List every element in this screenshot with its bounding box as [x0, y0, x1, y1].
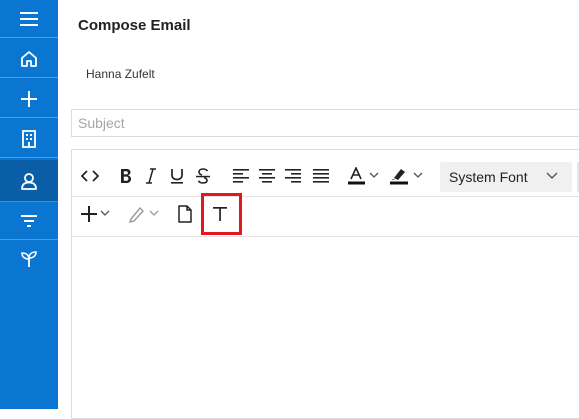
underline-button[interactable] — [168, 164, 186, 188]
italic-button[interactable] — [143, 164, 159, 188]
plus-icon — [21, 90, 37, 107]
text-icon — [213, 207, 227, 221]
insert-button[interactable] — [80, 202, 114, 226]
bold-button[interactable] — [116, 164, 134, 188]
chevron-down-icon — [546, 172, 558, 179]
home-icon — [21, 50, 37, 67]
email-editor: System Font — [71, 149, 579, 419]
align-right-icon — [285, 169, 301, 183]
sidebar-item-accounts[interactable] — [0, 120, 58, 158]
sidebar-item-new[interactable] — [0, 80, 58, 118]
align-left-button[interactable] — [232, 164, 250, 188]
format-painter-icon — [128, 206, 159, 223]
main-content: Compose Email Hanna Zufelt Subject Syste… — [58, 0, 579, 419]
highlight-color-button[interactable] — [390, 164, 426, 188]
plant-icon — [21, 251, 37, 267]
toolbar-row-insert — [72, 194, 579, 237]
toolbar-row-formatting: System Font — [72, 154, 579, 197]
insert-icon — [81, 206, 110, 222]
sidebar — [0, 0, 58, 409]
building-icon — [22, 129, 36, 148]
justify-icon — [313, 169, 329, 183]
highlight-color-icon — [390, 169, 423, 185]
recipient-name[interactable]: Hanna Zufelt — [86, 67, 155, 81]
sidebar-item-growth[interactable] — [0, 240, 58, 278]
align-center-icon — [259, 169, 275, 183]
filter-icon — [21, 214, 37, 227]
align-center-button[interactable] — [258, 164, 276, 188]
document-button[interactable] — [176, 202, 194, 226]
document-icon — [178, 205, 192, 223]
page-title: Compose Email — [78, 17, 191, 34]
sidebar-item-home[interactable] — [0, 40, 58, 78]
font-family-select[interactable]: System Font — [440, 162, 572, 192]
sidebar-item-filter[interactable] — [0, 202, 58, 240]
source-code-button[interactable] — [80, 164, 100, 188]
subject-input[interactable] — [71, 109, 579, 137]
strikethrough-icon — [196, 168, 210, 184]
italic-icon — [146, 168, 156, 184]
contact-icon — [21, 172, 37, 190]
align-left-icon — [233, 169, 249, 183]
sidebar-item-contacts[interactable] — [0, 160, 58, 202]
underline-icon — [171, 169, 183, 184]
justify-button[interactable] — [312, 164, 330, 188]
format-painter-button[interactable] — [128, 202, 162, 226]
bold-icon — [120, 169, 131, 183]
text-color-button[interactable] — [348, 164, 382, 188]
source-code-icon — [81, 170, 99, 182]
sidebar-menu-toggle[interactable] — [0, 0, 58, 38]
align-right-button[interactable] — [284, 164, 302, 188]
font-family-value: System Font — [449, 169, 528, 185]
strikethrough-button[interactable] — [194, 164, 212, 188]
text-color-icon — [348, 167, 379, 185]
text-format-button[interactable] — [210, 202, 230, 226]
menu-icon — [20, 11, 38, 26]
